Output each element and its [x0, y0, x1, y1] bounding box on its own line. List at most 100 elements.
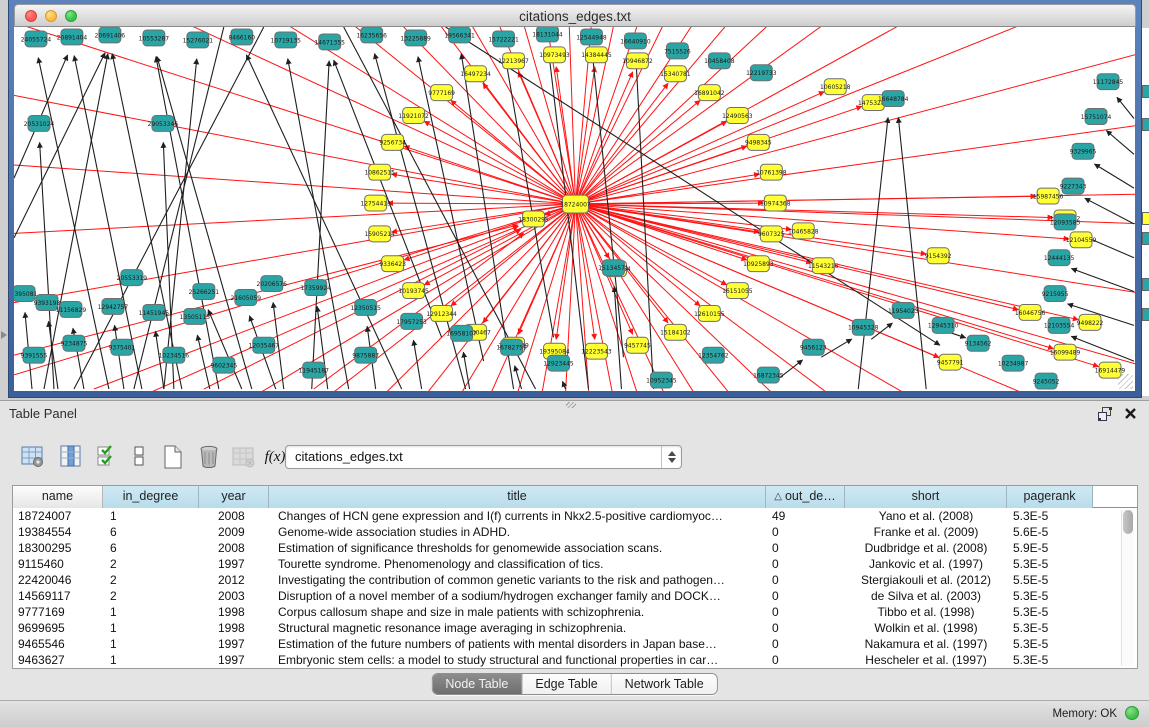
table-row[interactable]: 1938455462009Genome-wide association stu…	[13, 524, 1137, 540]
table-cell: 5.6E-5	[1007, 524, 1093, 540]
node-label: 16872345	[753, 372, 784, 379]
red-edge	[14, 27, 575, 204]
network-window-titlebar[interactable]: citations_edges.txt	[14, 4, 1136, 27]
table-cell: Franke et al. (2009)	[845, 524, 1007, 540]
table-row[interactable]: 1830029562008Estimation of significance …	[13, 540, 1137, 556]
collapse-arrow-icon[interactable]	[1, 331, 7, 339]
network-canvas[interactable]: 1872400718300295193845541097436896073251…	[14, 27, 1135, 391]
node-label: 9256734	[379, 140, 406, 147]
tab-node-table[interactable]: Node Table	[432, 674, 522, 694]
node-label: 15276021	[183, 37, 214, 44]
column-header-year[interactable]: year	[199, 486, 269, 508]
red-edge	[424, 204, 575, 285]
node-label: 11451945	[139, 310, 170, 317]
table-cell: 2003	[199, 588, 269, 604]
memory-status-indicator[interactable]	[1125, 706, 1139, 720]
rows-icon[interactable]	[124, 441, 154, 473]
node-label: 12223543	[581, 349, 612, 356]
node-label: 11945187	[299, 368, 330, 375]
column-header-pagerank[interactable]: pagerank	[1007, 486, 1093, 508]
node-label: 16958107	[446, 331, 477, 338]
table-cell: 0	[766, 604, 845, 620]
table-panel-title: Table Panel	[9, 406, 77, 421]
node-label: 12945310	[928, 323, 959, 330]
table-row[interactable]: 969969511998Structural magnetic resonanc…	[13, 620, 1137, 636]
table-row[interactable]: 911546021997Tourette syndrome. Phenomeno…	[13, 556, 1137, 572]
node-label: 12354762	[698, 353, 729, 360]
node-label: 16782759	[496, 345, 527, 352]
node-label: 10193745	[398, 288, 429, 295]
node-label: 9457745	[624, 343, 651, 350]
tab-edge-table[interactable]: Edge Table	[522, 674, 611, 694]
table-row[interactable]: 1872400712008Changes of HCN gene express…	[13, 508, 1137, 524]
node-label: 9777169	[428, 90, 455, 97]
column-header-short[interactable]: short	[845, 486, 1007, 508]
red-edge	[575, 27, 1135, 204]
node-label: 15905214	[364, 231, 395, 238]
red-edge	[14, 107, 575, 204]
table-cell: Tibbo et al. (1998)	[845, 604, 1007, 620]
node-label: 9375401	[109, 345, 136, 352]
table-cell: de Silva et al. (2003)	[845, 588, 1007, 604]
column-header-title[interactable]: title	[269, 486, 766, 508]
column-header-in-degree[interactable]: in_degree	[103, 486, 199, 508]
node-label: 9391555	[21, 353, 48, 360]
resize-grip-icon[interactable]	[1118, 374, 1133, 389]
black-edge	[1071, 336, 1134, 361]
table-cell: 5.9E-5	[1007, 540, 1093, 556]
node-label: 8466160	[228, 34, 255, 41]
node-label: 11543216	[808, 263, 839, 270]
table-settings-icon[interactable]	[18, 441, 48, 473]
column-edit-icon[interactable]	[56, 441, 86, 473]
application-window: citations_edges.txt 18724007183002951938…	[0, 0, 1149, 727]
new-table-icon[interactable]	[158, 441, 188, 473]
node-label: 10761398	[756, 170, 787, 177]
node-label: 10945328	[848, 325, 879, 332]
tab-network-table[interactable]: Network Table	[612, 674, 717, 694]
table-cell: Changes of HCN gene expression and I(f) …	[269, 508, 766, 524]
split-pane-handle[interactable]	[566, 402, 576, 408]
node-label: 17359924	[301, 285, 332, 292]
close-panel-icon[interactable]	[1124, 407, 1137, 425]
red-edge	[14, 27, 575, 204]
float-panel-icon[interactable]	[1098, 407, 1113, 426]
node-label: 9395081	[14, 291, 38, 298]
node-label: 10974368	[760, 200, 791, 207]
node-label: 10952345	[646, 377, 677, 384]
red-edge	[14, 27, 575, 204]
table-select-dropdown[interactable]: citations_edges.txt	[285, 445, 682, 469]
node-label: 12754413	[360, 200, 391, 207]
table-cell: 14569117	[13, 588, 103, 604]
table-cell: 1	[103, 620, 199, 636]
black-edge	[1094, 164, 1134, 188]
node-label: 10719135	[271, 37, 302, 44]
node-label: 12213967	[498, 58, 529, 65]
table-toolbar: f(x) citations_edges.txt	[12, 437, 1137, 479]
node-label: 9457791	[937, 360, 964, 367]
column-header-out-de-[interactable]: △out_de…	[766, 486, 845, 508]
table-cell: 1997	[199, 636, 269, 652]
node-label: 12035467	[249, 343, 280, 350]
table-row[interactable]: 1456911722003Disruption of a novel membe…	[13, 588, 1137, 604]
node-label: 9227343	[1060, 184, 1087, 191]
delete-table-icon[interactable]	[194, 441, 224, 473]
table-cell: 2	[103, 588, 199, 604]
table-cell: Dudbridge et al. (2008)	[845, 540, 1007, 556]
table-row[interactable]: 2242004622012Investigating the contribut…	[13, 572, 1137, 588]
table-row[interactable]: 977716911998Corpus callosum shape and si…	[13, 604, 1137, 620]
table-row[interactable]: 946554611997Estimation of the future num…	[13, 636, 1137, 652]
select-columns-icon[interactable]	[92, 441, 122, 473]
column-header-name[interactable]: name	[13, 486, 103, 508]
node-label: 12544948	[576, 34, 607, 41]
red-edge	[575, 27, 1135, 204]
black-edge	[14, 53, 105, 238]
table-row[interactable]: 946362711997Embryonic stem cells: a mode…	[13, 652, 1137, 668]
node-label: 12219733	[746, 70, 777, 77]
node-label: 19566341	[444, 32, 475, 39]
node-label: 20206576	[257, 281, 288, 288]
table-vertical-scrollbar[interactable]	[1121, 510, 1134, 666]
node-label: 16046756	[1015, 310, 1046, 317]
node-label: 12093585	[1050, 219, 1081, 226]
table-cell: Estimation of significance thresholds fo…	[269, 540, 766, 556]
scrollbar-thumb[interactable]	[1123, 510, 1133, 534]
